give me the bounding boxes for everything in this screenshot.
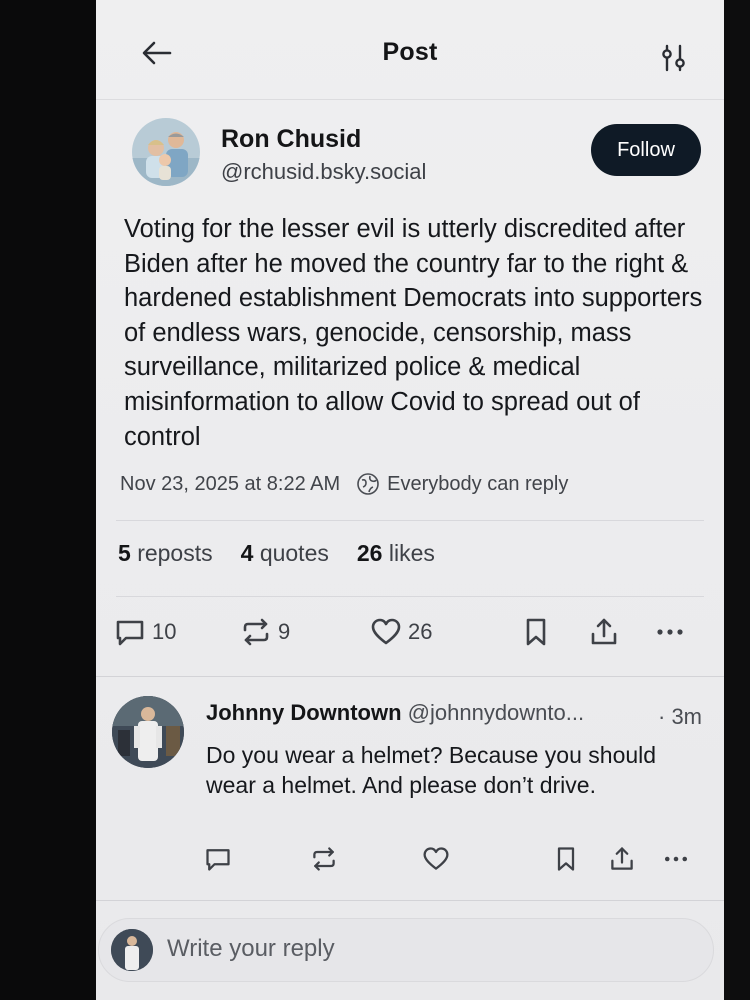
current-user-avatar	[111, 929, 153, 971]
repost-button[interactable]: 9	[240, 616, 290, 648]
reply-like-button[interactable]	[422, 845, 450, 878]
app-screen: Post Ron Chusid @rchusid.bsky.social Fol…	[96, 0, 724, 1000]
page-title: Post	[382, 38, 438, 66]
author-name[interactable]: Ron Chusid	[221, 125, 361, 154]
ellipsis-icon	[664, 856, 688, 862]
reply-setting[interactable]: Everybody can reply	[387, 473, 568, 496]
reply-author-handle[interactable]: @johnnydownto...	[408, 700, 584, 725]
share-icon	[591, 618, 617, 645]
reply-author-avatar[interactable]	[112, 696, 184, 768]
device-bezel-left	[0, 0, 95, 1000]
reposts-stat[interactable]: 5 reposts	[118, 540, 213, 567]
divider	[96, 900, 724, 901]
post-actions: 10 9 26	[114, 612, 714, 656]
repost-arrows-icon	[313, 847, 335, 871]
divider	[116, 520, 704, 521]
bookmark-button[interactable]	[520, 616, 558, 648]
reply-author-name[interactable]: Johnny Downtown	[206, 700, 402, 725]
like-count: 26	[408, 619, 433, 644]
reply-more-options-button[interactable]	[662, 845, 690, 878]
more-options-button[interactable]	[654, 616, 692, 648]
speech-bubble-icon	[116, 620, 144, 646]
repost-arrows-icon	[243, 618, 269, 646]
bookmark-icon	[557, 847, 575, 871]
author-handle[interactable]: @rchusid.bsky.social	[221, 159, 426, 185]
reply-repost-button[interactable]	[310, 845, 338, 878]
reply-bookmark-button[interactable]	[552, 845, 580, 878]
speech-bubble-icon	[206, 849, 230, 871]
device-bezel-right	[720, 0, 750, 1000]
reply-reply-button[interactable]	[204, 845, 232, 878]
post-date: Nov 23, 2025 at 8:22 AM	[120, 472, 341, 495]
post-text: Voting for the lesser evil is utterly di…	[124, 215, 703, 451]
reply-share-button[interactable]	[608, 845, 636, 878]
reply-text: Do you wear a helmet? Because you should…	[206, 742, 657, 798]
share-button[interactable]	[588, 616, 626, 648]
reply-count: 10	[152, 619, 177, 644]
ellipsis-icon	[657, 629, 683, 635]
reply-button[interactable]: 10	[114, 616, 176, 648]
divider	[116, 596, 704, 597]
post-meta: Nov 23, 2025 at 8:22 AM Everybody can re…	[120, 472, 568, 496]
sliders-icon[interactable]	[660, 43, 688, 73]
quotes-stat[interactable]: 4 quotes	[241, 540, 329, 567]
bookmark-icon	[526, 618, 546, 646]
repost-count: 9	[278, 619, 291, 644]
globe-icon	[357, 473, 379, 495]
divider	[96, 676, 724, 677]
reply-timestamp: · 3m	[658, 704, 702, 729]
engagement-stats: 5 reposts 4 quotes 26 likes	[118, 540, 463, 567]
heart-icon	[371, 618, 401, 645]
author-avatar[interactable]	[132, 118, 200, 186]
likes-stat[interactable]: 26 likes	[357, 540, 435, 567]
share-icon	[611, 847, 633, 870]
follow-button[interactable]: Follow	[591, 124, 701, 176]
reply-header: Johnny Downtown @johnnydownto...	[206, 700, 584, 726]
reply-composer[interactable]: Write your reply	[98, 918, 714, 982]
reply-actions	[196, 845, 706, 879]
heart-icon	[423, 847, 449, 870]
like-button[interactable]: 26	[370, 616, 432, 648]
top-bar: Post	[96, 0, 724, 100]
reply-input-placeholder: Write your reply	[167, 935, 335, 962]
